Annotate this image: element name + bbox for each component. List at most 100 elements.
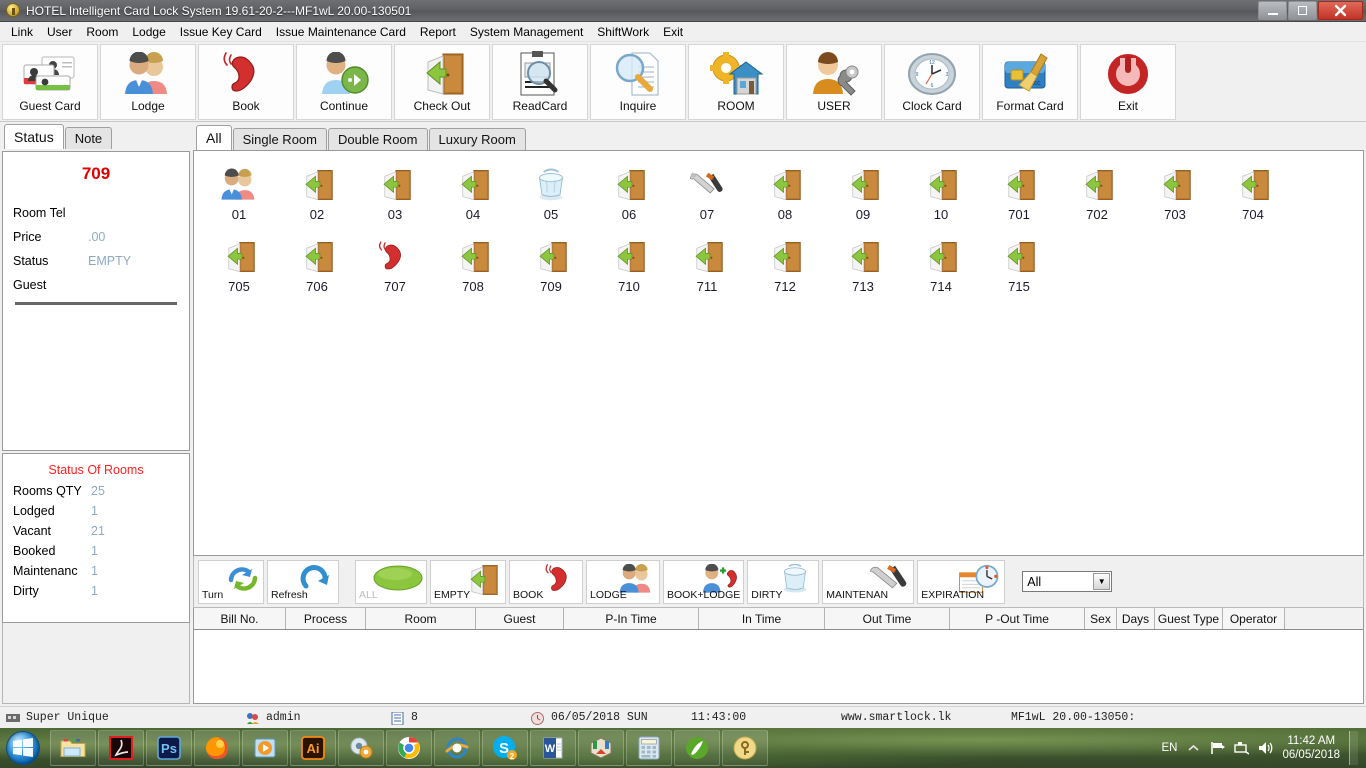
taskbar-sketchup-icon[interactable]: [578, 730, 624, 766]
toolbar-button-check-out[interactable]: Check Out: [394, 44, 490, 120]
table-column-header[interactable]: Guest: [476, 608, 564, 629]
room-cell[interactable]: 711: [668, 233, 746, 305]
taskbar-nero-icon[interactable]: [674, 730, 720, 766]
filter-lodge-button[interactable]: LODGE: [586, 559, 660, 604]
room-cell[interactable]: 707: [356, 233, 434, 305]
room-cell[interactable]: 709: [512, 233, 590, 305]
tab-all[interactable]: All: [196, 125, 232, 150]
room-cell[interactable]: 02: [278, 161, 356, 233]
menu-item-report[interactable]: Report: [413, 23, 463, 41]
table-column-header[interactable]: In Time: [699, 608, 825, 629]
room-cell[interactable]: 09: [824, 161, 902, 233]
taskbar-calculator-icon[interactable]: [626, 730, 672, 766]
network-flag-icon[interactable]: [1210, 741, 1226, 756]
close-button[interactable]: [1318, 1, 1363, 20]
start-button[interactable]: [0, 729, 46, 767]
table-column-header[interactable]: Operator: [1223, 608, 1285, 629]
room-cell[interactable]: 714: [902, 233, 980, 305]
room-cell[interactable]: 715: [980, 233, 1058, 305]
room-cell[interactable]: 04: [434, 161, 512, 233]
taskbar-illustrator-icon[interactable]: Ai: [290, 730, 336, 766]
table-column-header[interactable]: P -Out Time: [950, 608, 1085, 629]
room-cell[interactable]: 08: [746, 161, 824, 233]
toolbar-button-guest-card[interactable]: Guest Card: [2, 44, 98, 120]
tab-note[interactable]: Note: [64, 127, 113, 149]
room-cell[interactable]: 05: [512, 161, 590, 233]
room-cell[interactable]: 703: [1136, 161, 1214, 233]
taskbar-adobe-reader-icon[interactable]: [98, 730, 144, 766]
room-cell[interactable]: 06: [590, 161, 668, 233]
table-column-header[interactable]: P-In Time: [564, 608, 699, 629]
filter-dirty-button[interactable]: DIRTY: [747, 559, 820, 604]
room-cell[interactable]: 705: [200, 233, 278, 305]
table-body[interactable]: [194, 630, 1363, 703]
room-cell[interactable]: 708: [434, 233, 512, 305]
filter-expiration-button[interactable]: EXPIRATION: [917, 559, 1006, 604]
taskbar-hotel-lock-icon[interactable]: [722, 730, 768, 766]
filter-book-lodge-button[interactable]: BOOK+LODGE: [663, 559, 745, 604]
table-column-header[interactable]: Sex: [1085, 608, 1117, 629]
taskbar-skype-icon[interactable]: S2: [482, 730, 528, 766]
chevron-up-icon[interactable]: [1186, 741, 1201, 756]
room-cell[interactable]: 07: [668, 161, 746, 233]
table-column-header[interactable]: Days: [1117, 608, 1155, 629]
room-cell[interactable]: 704: [1214, 161, 1292, 233]
room-filter-select[interactable]: All ▼: [1022, 571, 1113, 592]
menu-item-system-management[interactable]: System Management: [463, 23, 590, 41]
toolbar-button-room[interactable]: ROOM: [688, 44, 784, 120]
filter-maintenance-button[interactable]: MAINTENAN: [822, 559, 915, 604]
toolbar-button-format-card[interactable]: Acc Format Card: [982, 44, 1078, 120]
tab-double-room[interactable]: Double Room: [328, 128, 428, 150]
minimize-button[interactable]: [1258, 1, 1287, 20]
table-column-header[interactable]: Process: [286, 608, 366, 629]
toolbar-button-continue[interactable]: Continue: [296, 44, 392, 120]
menu-item-issue-key-card[interactable]: Issue Key Card: [173, 23, 269, 41]
tab-status[interactable]: Status: [4, 124, 64, 149]
taskbar-settings-icon[interactable]: [338, 730, 384, 766]
tab-single-room[interactable]: Single Room: [232, 128, 327, 150]
action-center-icon[interactable]: [1234, 741, 1250, 756]
taskbar-word-icon[interactable]: W: [530, 730, 576, 766]
show-desktop-button[interactable]: [1349, 731, 1358, 765]
refresh-button[interactable]: Refresh: [267, 559, 339, 604]
room-cell[interactable]: 03: [356, 161, 434, 233]
room-cell[interactable]: 710: [590, 233, 668, 305]
maximize-button[interactable]: [1288, 1, 1317, 20]
menu-item-lodge[interactable]: Lodge: [125, 23, 172, 41]
menu-item-room[interactable]: Room: [79, 23, 125, 41]
toolbar-button-inquire[interactable]: Inquire: [590, 44, 686, 120]
toolbar-button-readcard[interactable]: ReadCard: [492, 44, 588, 120]
taskbar-file-explorer-icon[interactable]: [50, 730, 96, 766]
tab-luxury-room[interactable]: Luxury Room: [428, 128, 526, 150]
toolbar-button-user[interactable]: USER: [786, 44, 882, 120]
table-column-header[interactable]: Room: [366, 608, 476, 629]
menu-item-user[interactable]: User: [40, 23, 79, 41]
menu-item-issue-maintenance-card[interactable]: Issue Maintenance Card: [269, 23, 413, 41]
toolbar-button-clock-card[interactable]: 12 3 6 9 Clock Card: [884, 44, 980, 120]
chevron-down-icon[interactable]: ▼: [1093, 573, 1111, 590]
volume-icon[interactable]: [1258, 741, 1273, 756]
room-cell[interactable]: 01: [200, 161, 278, 233]
table-column-header[interactable]: Bill No.: [194, 608, 286, 629]
room-cell[interactable]: 701: [980, 161, 1058, 233]
taskbar-media-player-icon[interactable]: [242, 730, 288, 766]
taskbar-chrome-icon[interactable]: [386, 730, 432, 766]
table-column-header[interactable]: Out Time: [825, 608, 950, 629]
room-cell[interactable]: 10: [902, 161, 980, 233]
menu-item-link[interactable]: Link: [4, 23, 40, 41]
taskbar-photoshop-icon[interactable]: Ps: [146, 730, 192, 766]
language-indicator[interactable]: EN: [1161, 742, 1177, 754]
filter-book-button[interactable]: BOOK: [509, 559, 583, 604]
filter-empty-button[interactable]: EMPTY: [430, 559, 506, 604]
taskbar-clock[interactable]: 11:42 AM 06/05/2018: [1282, 734, 1340, 762]
table-column-header[interactable]: Guest Type: [1155, 608, 1223, 629]
room-cell[interactable]: 712: [746, 233, 824, 305]
taskbar-internet-explorer-icon[interactable]: [434, 730, 480, 766]
toolbar-button-book[interactable]: Book: [198, 44, 294, 120]
taskbar-firefox-icon[interactable]: [194, 730, 240, 766]
toolbar-button-exit[interactable]: Exit: [1080, 44, 1176, 120]
menu-item-exit[interactable]: Exit: [656, 23, 690, 41]
toolbar-button-lodge[interactable]: Lodge: [100, 44, 196, 120]
room-cell[interactable]: 702: [1058, 161, 1136, 233]
filter-all-button[interactable]: ALL: [355, 559, 427, 604]
